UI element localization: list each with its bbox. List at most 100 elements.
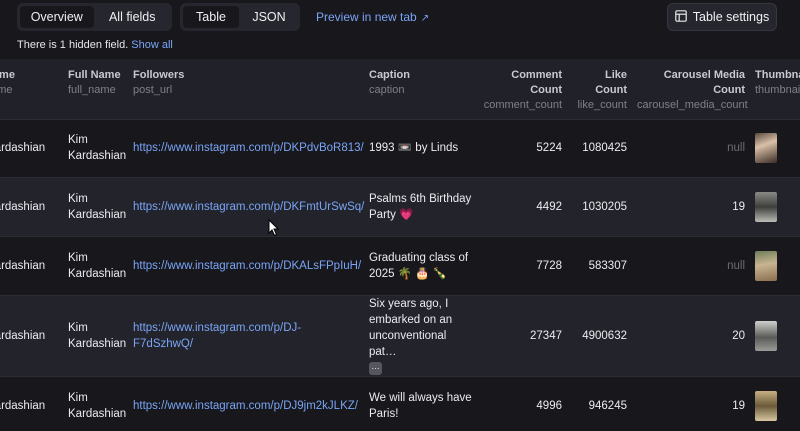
col-title: Like Count xyxy=(595,69,627,96)
col-title: Caption xyxy=(369,69,410,81)
cell-carousel-count: 20 xyxy=(732,329,745,342)
cell-carousel-count: 19 xyxy=(732,200,745,213)
col-key: like_count xyxy=(577,99,627,111)
col-header-followers[interactable]: Followers post_url xyxy=(128,59,364,119)
cell-like-count: 4900632 xyxy=(582,329,627,342)
cell-post-url: https://www.instagram.com/p/DKPdvBoR813/ xyxy=(128,119,364,177)
cell-caption: Six years ago, I embarked on an unconven… xyxy=(364,295,477,376)
col-key: thumbnail xyxy=(755,84,800,96)
cell-thumbnail xyxy=(750,295,800,376)
post-url-link[interactable]: https://www.instagram.com/p/DJ-F7dSzhwQ/ xyxy=(133,322,301,350)
cell-caption: We will always have Paris! xyxy=(369,392,472,421)
cell-caption: Psalms 6th Birthday Party 💗 xyxy=(369,192,472,221)
cell-thumbnail xyxy=(750,236,800,295)
cell-like-count: 946245 xyxy=(588,400,627,413)
thumbnail-image[interactable] xyxy=(755,320,777,351)
cell-like-count: 1030205 xyxy=(582,200,627,213)
cell-full-name: Kim Kardashian xyxy=(68,192,127,221)
table-icon xyxy=(674,9,687,25)
show-all-link[interactable]: Show all xyxy=(131,39,173,51)
cell-full-name: Kim Kardashian xyxy=(68,251,127,280)
cell-comment-count: 27347 xyxy=(530,329,562,342)
thumbnail-image[interactable] xyxy=(755,133,777,163)
post-url-link[interactable]: https://www.instagram.com/p/DKALsFPpIuH/ xyxy=(133,260,361,272)
cell-name: Kardashian xyxy=(0,259,46,272)
cell-comment-count: 4996 xyxy=(536,400,562,413)
cell-comment-count: 5224 xyxy=(536,142,562,154)
cell-caption: Graduating class of 2025 🌴 🎂 🍾 xyxy=(369,251,469,280)
col-header-thumbnail[interactable]: Thumbnail thumbnail xyxy=(750,59,800,119)
cell-full-name: Kim Kardashian xyxy=(68,134,127,162)
post-url-link[interactable]: https://www.instagram.com/p/DKPdvBoR813/ xyxy=(133,142,364,154)
tab-overview[interactable]: Overview xyxy=(20,6,94,28)
post-url-link[interactable]: https://www.instagram.com/p/DJ9jm2kJLKZ/ xyxy=(133,400,358,412)
thumbnail-image[interactable] xyxy=(755,191,777,222)
thumbnail-image[interactable] xyxy=(755,391,777,422)
results-table: Name name Full Name full_name Followers pos… xyxy=(0,59,800,431)
cell-caption: 1993 📼 by Linds xyxy=(364,119,477,177)
cell-full-name: Kim Kardashian xyxy=(68,392,127,421)
cell-name: Kardashian xyxy=(0,142,46,154)
cell-post-url: https://www.instagram.com/p/DKALsFPpIuH/ xyxy=(128,236,364,295)
cell-name: Kardashian xyxy=(0,329,46,342)
col-key: comment_count xyxy=(483,99,562,111)
tab-json[interactable]: JSON xyxy=(241,6,297,28)
col-header-like-count[interactable]: Like Count like_count xyxy=(567,59,632,119)
cell-post-url: https://www.instagram.com/p/DJ9jm2kJLKZ/ xyxy=(128,376,364,431)
table-row[interactable]: Kardashian Kim Kardashian https://www.in… xyxy=(0,295,800,376)
preview-label: Preview in new tab xyxy=(316,10,417,24)
col-title: Full Name xyxy=(68,69,121,81)
cell-post-url: https://www.instagram.com/p/DJ-F7dSzhwQ/ xyxy=(128,295,364,376)
table-row[interactable]: Kardashian Kim Kardashian https://www.in… xyxy=(0,236,800,295)
cell-carousel-count: 19 xyxy=(732,400,745,413)
col-key: carousel_media_count xyxy=(637,99,748,111)
col-title: Name xyxy=(0,69,15,81)
cell-post-url: https://www.instagram.com/p/DKFmtUrSwSq/ xyxy=(128,177,364,236)
col-header-caption[interactable]: Caption caption xyxy=(364,59,477,119)
thumbnail-image[interactable] xyxy=(755,250,777,281)
col-key: full_name xyxy=(68,84,116,96)
cell-name: Kardashian xyxy=(0,200,46,213)
col-header-name[interactable]: Name name xyxy=(0,59,63,119)
cell-thumbnail xyxy=(750,119,800,177)
expand-caption-button[interactable]: ⋯ xyxy=(369,362,382,375)
caption-text: 1993 📼 by Linds xyxy=(369,142,459,154)
cell-full-name: Kim Kardashian xyxy=(68,321,127,350)
col-header-carousel-media-count[interactable]: Carousel Media Count carousel_media_count xyxy=(632,59,750,119)
col-key: name xyxy=(0,84,13,96)
tab-all-fields[interactable]: All fields xyxy=(96,6,170,28)
tab-table[interactable]: Table xyxy=(183,6,239,28)
results-table-container[interactable]: Name name Full Name full_name Followers pos… xyxy=(0,59,800,431)
preview-in-new-tab-link[interactable]: Preview in new tab ↗ xyxy=(316,10,429,24)
format-toggle: Table JSON xyxy=(180,3,300,31)
table-row[interactable]: Kardashian Kim Kardashian https://www.in… xyxy=(0,119,800,177)
col-title: Comment Count xyxy=(511,69,562,96)
caption-text: Six years ago, I embarked on an unconven… xyxy=(369,297,453,358)
post-url-link[interactable]: https://www.instagram.com/p/DKFmtUrSwSq/ xyxy=(133,201,364,213)
col-key: post_url xyxy=(133,84,173,96)
col-title: Thumbnail xyxy=(755,69,800,81)
cell-like-count: 1080425 xyxy=(582,142,627,154)
col-header-comment-count[interactable]: Comment Count comment_count xyxy=(477,59,567,119)
table-settings-label: Table settings xyxy=(692,10,770,24)
cell-carousel-count: null xyxy=(727,259,745,272)
cell-carousel-count: null xyxy=(727,142,745,154)
view-toggle: Overview All fields xyxy=(17,3,172,31)
cell-name: Kardashian xyxy=(0,400,46,413)
external-link-icon: ↗ xyxy=(420,13,430,24)
col-key: caption xyxy=(369,84,405,96)
col-title: Followers xyxy=(133,69,185,81)
cell-like-count: 583307 xyxy=(588,259,627,272)
cell-comment-count: 4492 xyxy=(536,200,562,213)
table-settings-button[interactable]: Table settings xyxy=(667,3,777,31)
cell-comment-count: 7728 xyxy=(536,259,562,272)
table-row[interactable]: Kardashian Kim Kardashian https://www.in… xyxy=(0,376,800,431)
hidden-fields-note: There is 1 hidden field. Show all xyxy=(17,39,173,51)
cell-thumbnail xyxy=(750,376,800,431)
hidden-fields-text: There is 1 hidden field. xyxy=(17,39,129,51)
col-title: Carousel Media Count xyxy=(663,69,745,96)
cell-thumbnail xyxy=(750,177,800,236)
table-header-row: Name name Full Name full_name Followers pos… xyxy=(0,59,800,119)
col-header-full-name[interactable]: Full Name full_name xyxy=(63,59,128,119)
table-row[interactable]: Kardashian Kim Kardashian https://www.in… xyxy=(0,177,800,236)
